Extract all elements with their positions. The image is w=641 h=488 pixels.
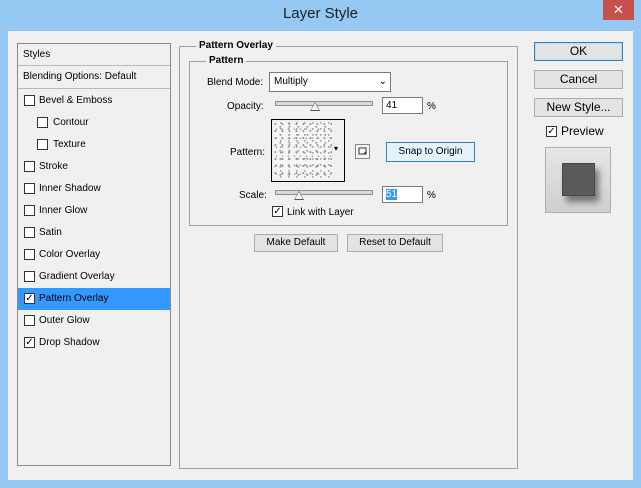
inner-glow-checkbox[interactable] [24,205,35,216]
style-item-label: Inner Shadow [39,183,101,194]
scale-input[interactable]: 51 [382,186,423,203]
style-item-label: Bevel & Emboss [39,95,113,106]
contour-checkbox[interactable] [37,117,48,128]
link-with-layer-label: Link with Layer [287,207,354,218]
blend-mode-label: Blend Mode: [207,77,264,88]
scale-label: Scale: [239,190,267,201]
style-item-gradient-overlay[interactable]: Gradient Overlay [18,266,170,288]
style-item-satin[interactable]: Satin [18,222,170,244]
opacity-slider-thumb[interactable] [310,102,320,111]
color-overlay-checkbox[interactable] [24,249,35,260]
preview-thumbnail [562,163,595,196]
style-item-label: Color Overlay [39,249,101,260]
reset-to-default-button[interactable]: Reset to Default [347,234,443,252]
gradient-overlay-checkbox[interactable] [24,271,35,282]
snap-to-origin-button[interactable]: Snap to Origin [386,142,475,162]
chevron-down-icon: ⌄ [378,76,387,87]
opacity-slider-track[interactable] [275,101,373,106]
styles-header[interactable]: Styles [18,44,170,66]
make-default-button[interactable]: Make Default [254,234,338,252]
style-item-label: Pattern Overlay [39,293,109,304]
style-item-pattern-overlay[interactable]: ✓ Pattern Overlay [18,288,170,310]
pattern-picker[interactable]: ▾ [271,119,345,182]
style-item-contour[interactable]: Contour [18,112,170,134]
scale-unit: % [427,190,436,201]
link-with-layer-checkbox[interactable]: ✓ [272,206,283,217]
pattern-label: Pattern: [230,147,266,158]
scale-value: 51 [386,189,398,200]
close-button[interactable]: ✕ [603,0,634,20]
dialog-client-area: Styles Blending Options: Default Bevel &… [8,31,633,480]
style-item-label: Stroke [39,161,68,172]
style-preview [545,147,611,213]
bevel-emboss-checkbox[interactable] [24,95,35,106]
style-item-stroke[interactable]: Stroke [18,156,170,178]
scale-slider-thumb[interactable] [294,191,304,200]
blending-options-item[interactable]: Blending Options: Default [18,66,170,89]
style-item-bevel-emboss[interactable]: Bevel & Emboss [18,90,170,112]
pattern-dropdown-icon[interactable]: ▾ [334,144,338,153]
style-item-inner-glow[interactable]: Inner Glow [18,200,170,222]
cancel-button[interactable]: Cancel [534,70,623,89]
pattern-swatch [274,122,332,179]
texture-checkbox[interactable] [37,139,48,150]
style-item-texture[interactable]: Texture [18,134,170,156]
style-item-label: Gradient Overlay [39,271,115,282]
opacity-input[interactable]: 41 [382,97,423,114]
drop-shadow-checkbox[interactable]: ✓ [24,337,35,348]
styles-list: Styles Blending Options: Default Bevel &… [17,43,171,466]
preview-label: Preview [561,124,604,138]
style-item-label: Contour [53,117,89,128]
title-bar[interactable]: Layer Style ✕ [0,0,641,30]
style-item-label: Drop Shadow [39,337,100,348]
style-item-label: Outer Glow [39,315,90,326]
opacity-label: Opacity: [227,101,264,112]
window-title: Layer Style [282,5,359,22]
satin-checkbox[interactable] [24,227,35,238]
style-item-label: Satin [39,227,62,238]
pattern-subgroup-title: Pattern [206,55,247,67]
style-item-inner-shadow[interactable]: Inner Shadow [18,178,170,200]
style-item-outer-glow[interactable]: Outer Glow [18,310,170,332]
new-preset-icon[interactable] [355,144,370,159]
style-item-label: Texture [53,139,86,150]
stroke-checkbox[interactable] [24,161,35,172]
new-style-button[interactable]: New Style... [534,98,623,117]
blend-mode-select[interactable]: Multiply ⌄ [269,72,391,92]
preview-checkbox[interactable]: ✓ [546,126,557,137]
pattern-overlay-checkbox[interactable]: ✓ [24,293,35,304]
style-item-color-overlay[interactable]: Color Overlay [18,244,170,266]
ok-button[interactable]: OK [534,42,623,61]
scale-slider-track[interactable] [275,190,373,195]
style-item-drop-shadow[interactable]: ✓ Drop Shadow [18,332,170,354]
pattern-overlay-title: Pattern Overlay [196,40,276,52]
blend-mode-value: Multiply [274,76,308,87]
style-item-label: Inner Glow [39,205,88,216]
layer-style-window: Layer Style ✕ Styles Blending Options: D… [0,0,641,488]
outer-glow-checkbox[interactable] [24,315,35,326]
opacity-unit: % [427,101,436,112]
inner-shadow-checkbox[interactable] [24,183,35,194]
